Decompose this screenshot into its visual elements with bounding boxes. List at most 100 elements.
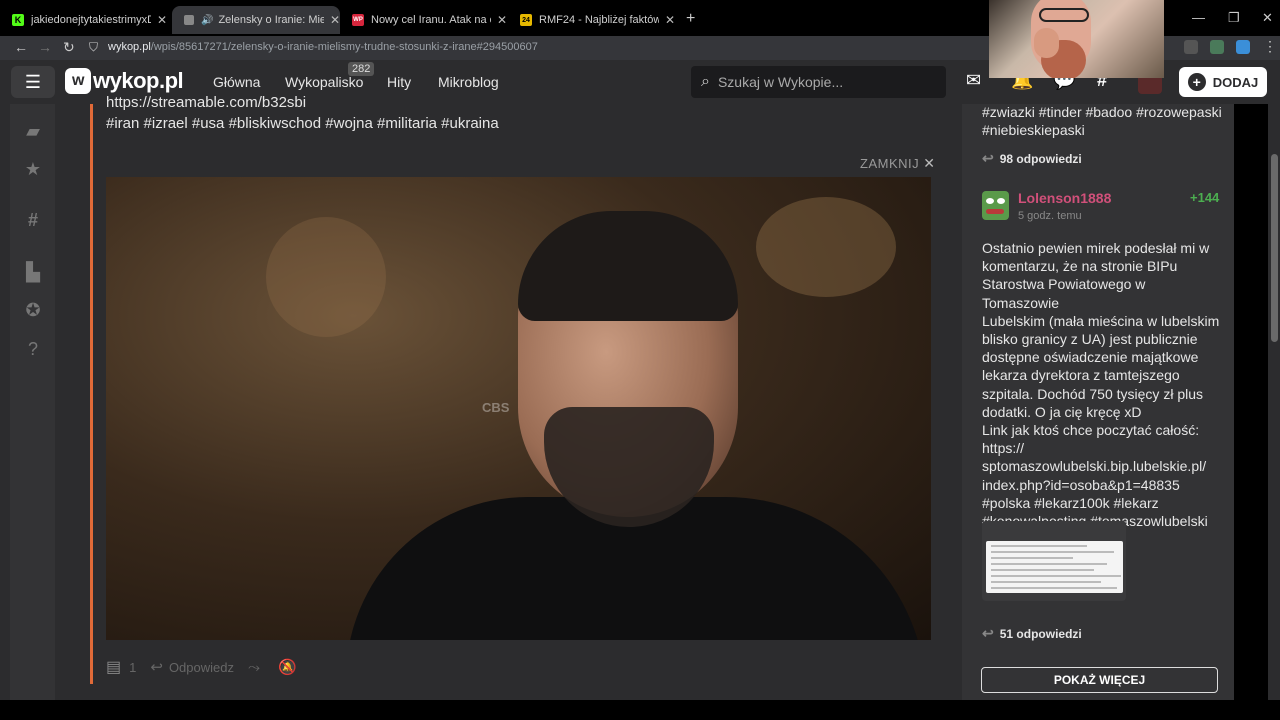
search-input[interactable]: ⌕ Szukaj w Wykopie... [691, 66, 946, 98]
tab-title: RMF24 - Najbliżej faktów - Wyd [539, 14, 659, 26]
wykopalisko-count-badge: 282 [348, 62, 375, 76]
page-scrollbar-thumb[interactable] [1271, 154, 1278, 342]
notify-bell-icon[interactable]: 🔕 [278, 658, 297, 676]
share-icon[interactable]: ⤳ [248, 659, 260, 676]
tab-close-icon[interactable]: ✕ [330, 13, 340, 27]
sidebar-panel [10, 104, 55, 700]
entry-line: dodatki. O ja cię kręcę xD [982, 403, 1142, 420]
entry-body: Ostatnio pewien mirek podesłał mi w kome… [982, 239, 1222, 530]
reply-icon[interactable]: ↩ [150, 658, 163, 676]
close-label: ZAMKNIJ [860, 156, 920, 171]
reply-arrow-icon: ↩ [982, 150, 994, 166]
entry-link[interactable]: index.php?id=osoba&p1=48835 [982, 476, 1222, 494]
post-link[interactable]: https://streamable.com/b32sbi [106, 94, 306, 111]
browser-tab-2[interactable]: 🔊 Zelensky o Iranie: Mieliśmy ✕ [172, 6, 340, 34]
url-path: /wpis/85617271/zelensky-o-iranie-mielism… [150, 41, 538, 53]
comments-icon[interactable]: ▤ [106, 657, 121, 677]
add-button[interactable]: + DODAJ [1179, 67, 1267, 97]
entry-author[interactable]: Lolenson1888 [1018, 190, 1111, 206]
entry-link[interactable]: https:// [982, 439, 1222, 457]
tab-close-icon[interactable]: ✕ [665, 13, 675, 27]
logo-text: wykop.pl [93, 68, 184, 93]
entry-line: szpitala. Dochód 750 tysięcy zł plus [982, 385, 1203, 402]
entry-replies-label: 51 odpowiedzi [999, 626, 1082, 641]
ranking-icon[interactable]: ▙ [22, 262, 44, 283]
nav-mikroblog[interactable]: Mikroblog [438, 74, 499, 90]
tab-close-icon[interactable]: ✕ [157, 13, 167, 27]
hot-entries-panel: #zwiazki #tinder #badoo #rozowepaski #ni… [962, 104, 1234, 700]
prev-entry-replies[interactable]: ↩ 98 odpowiedzi [982, 150, 1082, 167]
reply-arrow-icon: ↩ [982, 625, 994, 641]
site-info-icon[interactable]: ⛉ [89, 40, 98, 55]
tab-title: jakiedonejtytakiestrimyxD Strea [31, 14, 151, 26]
right-column: #zwiazki #tinder #badoo #rozowepaski #ni… [962, 104, 1234, 700]
forward-icon[interactable]: → [38, 39, 52, 55]
entry-image-thumbnail[interactable] [982, 521, 1126, 601]
wykop-favicon-icon [184, 15, 194, 25]
hashtag-icon[interactable]: # [22, 210, 44, 231]
speaker-icon[interactable]: 🔊 [201, 15, 213, 26]
extension-gamepad-icon[interactable] [1184, 40, 1198, 54]
messages-icon[interactable]: ✉ [966, 70, 981, 91]
restore-icon[interactable]: ❐ [1228, 10, 1240, 26]
entry-post: https://streamable.com/b32sbi #iran #izr… [90, 94, 946, 700]
menu-icon: ☰ [24, 71, 42, 92]
browser-tab-4[interactable]: 24 RMF24 - Najbliżej faktów - Wyd ✕ [508, 8, 678, 32]
hamburger-menu-button[interactable]: ☰ [11, 66, 55, 98]
new-tab-button[interactable]: + [686, 10, 695, 28]
webcam-hand [1034, 28, 1059, 58]
author-avatar[interactable] [982, 191, 1009, 220]
show-more-label: POKAŻ WIĘCEJ [1053, 673, 1146, 687]
avatar-mouth [986, 209, 1004, 214]
medal-icon[interactable]: ✪ [22, 300, 44, 321]
url-field[interactable]: wykop.pl/wpis/85617271/zelensky-o-iranie… [108, 41, 538, 53]
wykop-logo-icon: w [65, 68, 91, 94]
browser-tab-1[interactable]: K jakiedonejtytakiestrimyxD Strea ✕ [0, 8, 170, 32]
star-icon[interactable]: ★ [22, 159, 44, 180]
comment-count: 1 [129, 659, 137, 675]
tab-title: Zelensky o Iranie: Mieliśmy [218, 14, 324, 26]
plus-icon: + [1187, 73, 1206, 91]
post-actions: ▤ 1 ↩ Odpowiedz ⤳ 🔕 [106, 657, 297, 677]
document-thumbnail [986, 541, 1123, 593]
tab-close-icon[interactable]: ✕ [497, 13, 507, 27]
close-window-icon[interactable]: ✕ [1262, 10, 1273, 26]
close-icon: ✕ [923, 155, 936, 171]
extension-shield-icon[interactable] [1210, 40, 1224, 54]
tab-title: Nowy cel Iranu. Atak na odsalar [371, 14, 491, 26]
nav-wykopalisko[interactable]: Wykopalisko [285, 74, 363, 90]
kick-favicon-icon: K [12, 14, 24, 26]
browser-tab-3[interactable]: WP Nowy cel Iranu. Atak na odsalar ✕ [340, 8, 510, 32]
post-accent-bar [90, 104, 93, 684]
entry-replies[interactable]: ↩ 51 odpowiedzi [982, 625, 1082, 642]
help-icon[interactable]: ? [22, 339, 44, 360]
rmf24-favicon-icon: 24 [520, 14, 532, 26]
back-icon[interactable]: ← [14, 39, 28, 55]
extension-s-icon[interactable] [1236, 40, 1250, 54]
entry-link[interactable]: sptomaszowlubelski.bip.lubelskie.pl/ [982, 457, 1222, 475]
nav-hity[interactable]: Hity [387, 74, 411, 90]
wykop-icon[interactable]: ▰ [22, 121, 44, 142]
entry-line: Starostwa Powiatowego w Tomaszowie [982, 276, 1146, 311]
close-embed-button[interactable]: ZAMKNIJ ✕ [860, 155, 935, 172]
entry-score[interactable]: +144 [1190, 190, 1219, 205]
search-icon: ⌕ [701, 73, 710, 90]
entry-line: Ostatnio pewien mirek podesłał mi w [982, 240, 1210, 256]
reply-button[interactable]: Odpowiedz [169, 660, 234, 675]
video-player[interactable]: CBS [106, 177, 931, 640]
browser-menu-icon[interactable]: ⋮ [1263, 38, 1277, 55]
nav-glowna[interactable]: Główna [213, 74, 260, 90]
video-bokeh [266, 217, 386, 337]
entry-tags[interactable]: #polska #lekarz100k #lekarz [982, 494, 1222, 512]
avatar-eye [986, 198, 994, 204]
entry-line: blisko granicy z UA) jest publicznie [982, 331, 1198, 348]
reload-icon[interactable]: ↻ [63, 39, 75, 56]
prev-replies-label: 98 odpowiedzi [999, 151, 1082, 166]
show-more-button[interactable]: POKAŻ WIĘCEJ [981, 667, 1218, 693]
main-feed: https://streamable.com/b32sbi #iran #izr… [66, 94, 962, 700]
prev-entry-tags[interactable]: #zwiazki #tinder #badoo #rozowepaski #ni… [982, 103, 1222, 139]
post-tags[interactable]: #iran #izrael #usa #bliskiwschod #wojna … [106, 115, 499, 132]
site-logo[interactable]: w wykop.pl [65, 68, 184, 94]
webcam-glasses [1039, 8, 1089, 22]
minimize-icon[interactable]: — [1192, 10, 1205, 25]
